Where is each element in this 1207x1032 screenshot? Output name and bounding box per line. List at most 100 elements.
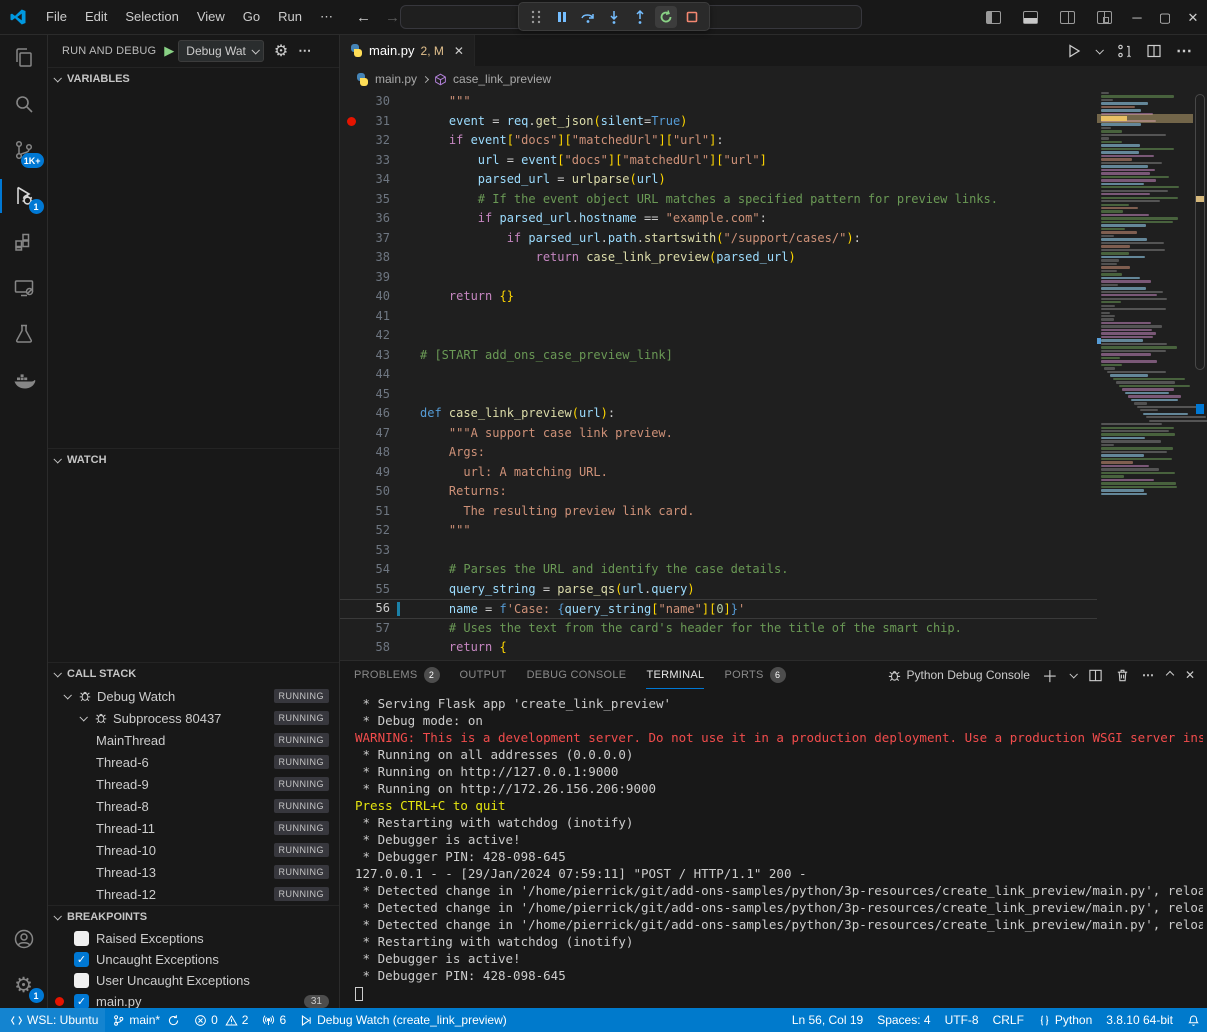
status-debug-status[interactable]: Debug Watch (create_link_preview) [293,1008,514,1032]
call-stack-row[interactable]: Thread-12RUNNING [48,883,339,905]
close-button[interactable]: ✕ [1179,0,1207,35]
breakpoint-row[interactable]: User Uncaught Exceptions [48,970,339,991]
code-gutter: 36 [340,209,406,229]
customize-layout-icon[interactable] [1097,11,1112,24]
breakpoints-section-header[interactable]: BREAKPOINTS [48,906,339,928]
maximize-panel-icon[interactable] [1166,671,1174,679]
menu-file[interactable]: File [37,5,76,28]
activity-run-and-debug-icon[interactable]: 1 [0,173,48,219]
run-python-file-icon[interactable] [1066,43,1082,59]
stop-button[interactable] [681,6,703,28]
tab-main-py[interactable]: main.py 2, M ✕ [340,35,475,66]
status-remote[interactable]: WSL: Ubuntu [0,1008,105,1032]
panel-tab-problems[interactable]: PROBLEMS2 [354,661,440,689]
activity-accounts-icon[interactable] [0,916,48,962]
status-python-version[interactable]: 3.8.10 64-bit [1099,1008,1180,1032]
activity-settings-icon[interactable]: ⚙1 [0,962,48,1008]
breakpoint-row[interactable]: Raised Exceptions [48,928,339,949]
code-area[interactable]: 30 """31 event = req.get_json(silent=Tru… [340,92,1097,660]
menu-run[interactable]: Run [269,5,311,28]
status-notifications[interactable] [1180,1008,1207,1032]
editor-scrollbar[interactable] [1193,92,1207,660]
sidebar-more-actions-icon[interactable]: ⋯ [298,43,312,59]
activity-docker-icon[interactable] [0,357,48,403]
toggle-panel-icon[interactable] [1023,11,1038,24]
restart-button[interactable] [655,6,677,28]
split-terminal-icon[interactable] [1088,668,1103,683]
activity-explorer-icon[interactable] [0,35,48,81]
step-over-button[interactable] [577,6,599,28]
toggle-sidebar-icon[interactable] [986,11,1001,24]
breadcrumb-symbol[interactable]: case_link_preview [453,72,551,86]
status-indentation[interactable]: Spaces: 4 [870,1008,937,1032]
variables-section-header[interactable]: VARIABLES [48,68,339,90]
start-debug-icon[interactable]: ▶ [164,43,174,59]
panel-tab-debug-console[interactable]: DEBUG CONSOLE [527,661,627,689]
call-stack-row[interactable]: Thread-6RUNNING [48,751,339,773]
launch-config-dropdown[interactable]: Debug Wat [178,40,264,62]
call-stack-row[interactable]: Thread-13RUNNING [48,861,339,883]
code-gutter: 37 [340,229,406,249]
pause-button[interactable] [551,6,573,28]
open-changes-icon[interactable] [1116,43,1132,59]
menu-[interactable]: ⋯ [311,5,342,28]
call-stack-row[interactable]: Thread-10RUNNING [48,839,339,861]
maximize-button[interactable]: ▢ [1151,0,1179,35]
menu-view[interactable]: View [188,5,234,28]
status-ports-status[interactable]: 6 [255,1008,293,1032]
breakpoint-checkbox[interactable] [74,973,89,988]
activity-search-icon[interactable] [0,81,48,127]
debug-settings-gear-icon[interactable]: ⚙ [274,41,288,61]
terminal-output[interactable]: * Serving Flask app 'create_link_preview… [355,695,1203,1006]
panel-tab-ports[interactable]: PORTS6 [724,661,785,689]
status-language[interactable]: Python [1031,1008,1099,1032]
call-stack-row[interactable]: Subprocess 80437RUNNING [48,707,339,729]
toolbar-grip[interactable] [525,6,547,28]
breakpoint-row[interactable]: ✓main.py31 [48,991,339,1008]
toggle-secondary-sidebar-icon[interactable] [1060,11,1075,24]
step-out-button[interactable] [629,6,651,28]
menu-edit[interactable]: Edit [76,5,116,28]
status-eol[interactable]: CRLF [986,1008,1031,1032]
call-stack-row[interactable]: Thread-8RUNNING [48,795,339,817]
call-stack-row[interactable]: Thread-11RUNNING [48,817,339,839]
code-text: """A support case link preview. [406,424,673,444]
activity-remote-explorer-icon[interactable] [0,265,48,311]
status-encoding[interactable]: UTF-8 [938,1008,986,1032]
editor-more-actions-icon[interactable]: ⋯ [1176,41,1193,61]
step-into-button[interactable] [603,6,625,28]
minimap[interactable] [1097,92,1193,660]
panel-more-actions-icon[interactable]: ⋯ [1142,668,1155,682]
terminal-instance-label[interactable]: Python Debug Console [887,668,1030,683]
tab-close-icon[interactable]: ✕ [454,44,464,58]
call-stack-row[interactable]: Debug WatchRUNNING [48,685,339,707]
new-terminal-icon[interactable]: ＋ [1042,663,1058,687]
panel-tab-output[interactable]: OUTPUT [460,661,507,689]
call-stack-row[interactable]: Thread-9RUNNING [48,773,339,795]
minimize-button[interactable]: ─ [1123,0,1151,35]
status-branch[interactable]: main* [105,1008,187,1032]
run-dropdown-chevron-icon[interactable] [1095,46,1103,54]
call-stack-section-header[interactable]: CALL STACK [48,663,339,685]
breakpoint-margin[interactable] [340,117,362,126]
close-panel-icon[interactable]: ✕ [1185,668,1195,682]
menu-go[interactable]: Go [234,5,269,28]
nav-back-icon[interactable]: ← [356,9,371,26]
activity-source-control-icon[interactable]: 1K+ [0,127,48,173]
status-cursor-position[interactable]: Ln 56, Col 19 [785,1008,870,1032]
status-problems[interactable]: 02 [187,1008,255,1032]
breadcrumb-file[interactable]: main.py [375,72,417,86]
split-editor-icon[interactable] [1146,43,1162,59]
breakpoint-checkbox[interactable]: ✓ [74,994,89,1008]
call-stack-row[interactable]: MainThreadRUNNING [48,729,339,751]
watch-section-header[interactable]: WATCH [48,449,339,471]
menu-selection[interactable]: Selection [116,5,187,28]
panel-tab-terminal[interactable]: TERMINAL [646,661,704,689]
kill-terminal-icon[interactable] [1115,668,1130,683]
terminal-dropdown-chevron-icon[interactable] [1069,670,1077,678]
breakpoint-checkbox[interactable] [74,931,89,946]
breakpoint-checkbox[interactable]: ✓ [74,952,89,967]
activity-testing-icon[interactable] [0,311,48,357]
breakpoint-row[interactable]: ✓Uncaught Exceptions [48,949,339,970]
activity-extensions-icon[interactable] [0,219,48,265]
